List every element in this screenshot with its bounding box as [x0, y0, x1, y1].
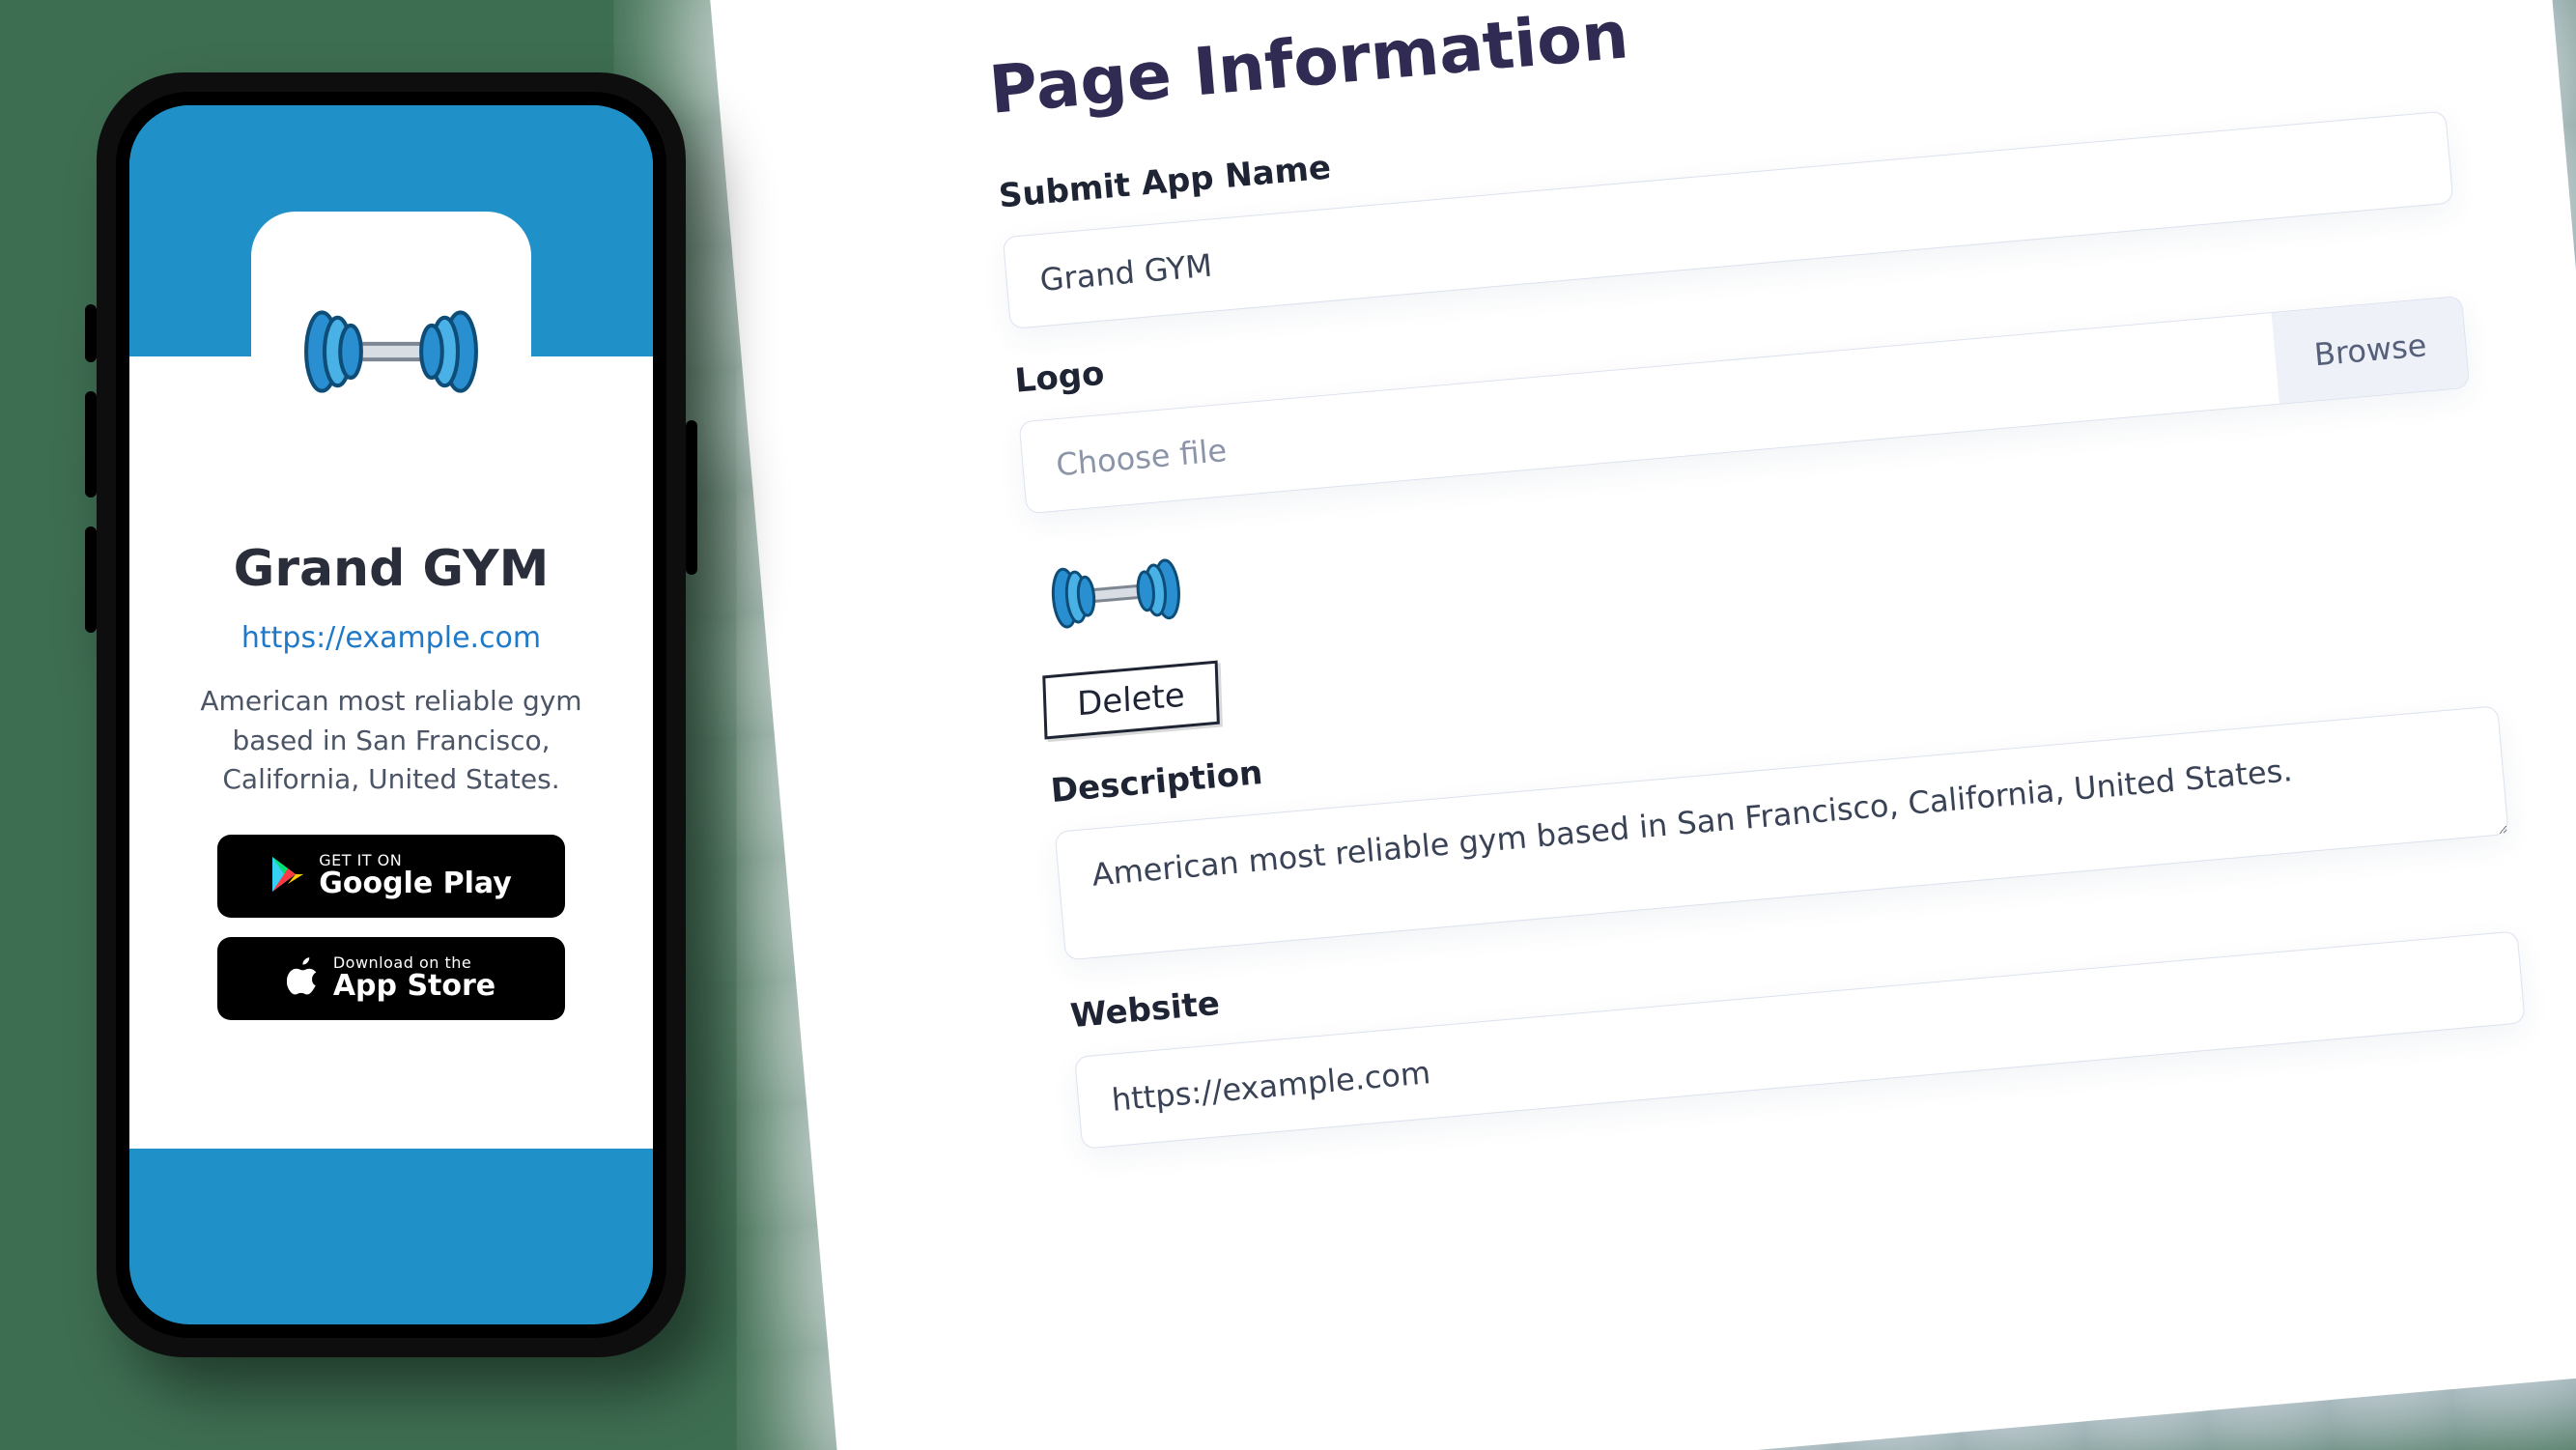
apple-icon [287, 957, 320, 1000]
stage: Page Information Submit App Name Logo Ch… [0, 0, 2576, 1450]
dumbbell-icon [1030, 538, 1202, 648]
phone-side-button [85, 391, 97, 498]
phone-side-button [85, 304, 97, 362]
phone-screen: Grand GYM https://example.com American m… [129, 105, 653, 1324]
delete-button[interactable]: Delete [1042, 661, 1219, 740]
phone-mock: Grand GYM https://example.com American m… [97, 72, 686, 1357]
dumbbell-icon [280, 284, 502, 419]
store-name: App Store [333, 971, 495, 1002]
app-description: American most reliable gym based in San … [168, 682, 614, 800]
google-play-icon [270, 855, 305, 897]
app-store-button[interactable]: Download on the App Store [217, 937, 565, 1020]
browse-button[interactable]: Browse [2272, 297, 2469, 404]
phone-side-button [686, 420, 697, 575]
form-panel-wrap: Page Information Submit App Name Logo Ch… [705, 0, 2576, 1450]
app-title: Grand GYM [168, 540, 614, 598]
app-logo-badge [251, 212, 531, 492]
phone-side-button [85, 526, 97, 633]
app-link[interactable]: https://example.com [168, 621, 614, 655]
store-name: Google Play [319, 868, 512, 899]
google-play-button[interactable]: GET IT ON Google Play [217, 835, 565, 918]
form-panel: Page Information Submit App Name Logo Ch… [705, 0, 2576, 1450]
page-title: Page Information [986, 0, 2436, 129]
phone-card: Grand GYM https://example.com American m… [129, 356, 653, 1149]
